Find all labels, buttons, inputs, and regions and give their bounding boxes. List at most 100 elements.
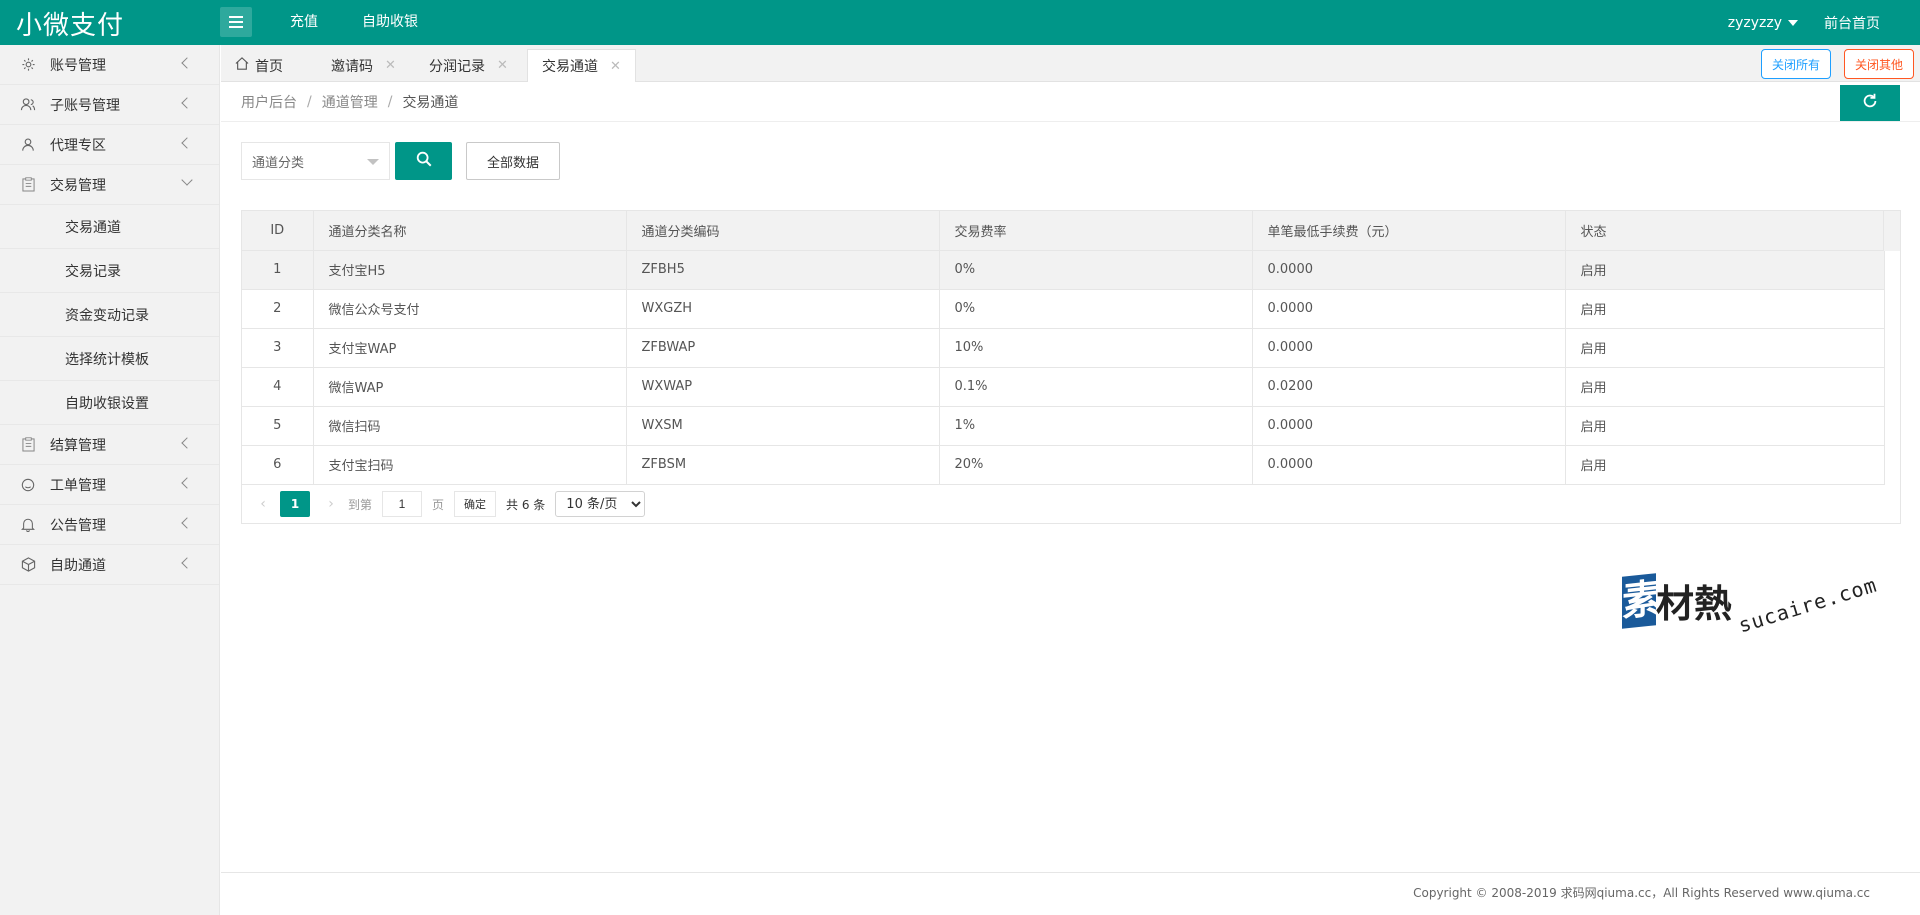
cell-id: 2 <box>242 289 314 329</box>
front-home-link[interactable]: 前台首页 <box>1824 13 1880 33</box>
cell-min-fee: 0.0000 <box>1252 250 1566 290</box>
cell-min-fee: 0.0000 <box>1252 445 1566 485</box>
channel-category-select[interactable]: 通道分类 <box>241 142 390 180</box>
chevron-left-icon <box>181 557 193 569</box>
clipboard-icon <box>20 177 36 193</box>
tab-home[interactable]: 首页 <box>221 49 297 82</box>
cell-status: 启用 <box>1565 445 1885 485</box>
cell-id: 4 <box>242 367 314 407</box>
sidebar-subitem-channel[interactable]: 交易通道 <box>0 205 219 249</box>
column-header-status[interactable]: 状态 <box>1565 211 1885 251</box>
cell-code: ZFBSM <box>626 445 940 485</box>
goto-page-input[interactable] <box>382 491 423 517</box>
sidebar-item-label: 工单管理 <box>50 477 106 494</box>
sidebar-subitem-stat-template[interactable]: 选择统计模板 <box>0 337 219 381</box>
close-other-tabs-button[interactable]: 关闭其他 <box>1844 49 1915 79</box>
user-menu[interactable]: zyzyzzy <box>1728 15 1798 31</box>
sidebar-item-settlement[interactable]: 结算管理 <box>0 425 219 465</box>
menu-toggle-button[interactable] <box>220 7 252 37</box>
top-header: 小微支付 充值 自助收银 zyzyzzy 前台首页 <box>0 0 1920 45</box>
gear-icon <box>20 57 36 73</box>
column-header-id[interactable]: ID <box>242 211 314 251</box>
top-nav: 充值 自助收银 <box>268 0 440 45</box>
cell-rate: 10% <box>939 328 1253 368</box>
prev-page-icon[interactable]: ‹ <box>254 496 272 512</box>
cell-name: 微信WAP <box>313 367 627 407</box>
breadcrumb-item[interactable]: 用户后台 <box>241 92 297 112</box>
cell-id: 1 <box>242 250 314 290</box>
current-page-button[interactable]: 1 <box>280 491 310 517</box>
table-header-row: ID 通道分类名称 通道分类编码 交易费率 单笔最低手续费（元） 状态 <box>242 211 1885 251</box>
cell-name: 支付宝WAP <box>313 328 627 368</box>
breadcrumb: 用户后台 / 通道管理 / 交易通道 <box>241 92 458 112</box>
column-header-min-fee[interactable]: 单笔最低手续费（元） <box>1252 211 1566 251</box>
cell-id: 3 <box>242 328 314 368</box>
sidebar-item-ticket[interactable]: 工单管理 <box>0 465 219 505</box>
cell-status: 启用 <box>1565 367 1885 407</box>
breadcrumb-current: 交易通道 <box>402 95 459 111</box>
cell-code: WXWAP <box>626 367 940 407</box>
table-row[interactable]: 3 支付宝WAP ZFBWAP 10% 0.0000 启用 <box>242 328 1885 368</box>
nav-self-cashier[interactable]: 自助收银 <box>340 0 440 45</box>
pagination: ‹ 1 › 到第 页 确定 共 6 条 10 条/页 <box>242 484 1900 524</box>
sidebar-item-agent[interactable]: 代理专区 <box>0 125 219 165</box>
sidebar-item-subaccount[interactable]: 子账号管理 <box>0 85 219 125</box>
sidebar-item-label: 交易管理 <box>50 177 106 194</box>
sidebar-item-self-channel[interactable]: 自助通道 <box>0 545 219 585</box>
close-icon[interactable]: ✕ <box>610 59 621 74</box>
close-icon[interactable]: ✕ <box>497 58 508 73</box>
table-header-scroll-gutter <box>1883 211 1900 251</box>
tab-label: 首页 <box>255 58 283 75</box>
close-icon[interactable]: ✕ <box>385 58 396 73</box>
cell-status: 启用 <box>1565 328 1885 368</box>
cell-name: 微信扫码 <box>313 406 627 446</box>
column-header-name[interactable]: 通道分类名称 <box>313 211 627 251</box>
chevron-left-icon <box>181 57 193 69</box>
cell-rate: 0% <box>939 289 1253 329</box>
sidebar-item-notice[interactable]: 公告管理 <box>0 505 219 545</box>
table-row[interactable]: 6 支付宝扫码 ZFBSM 20% 0.0000 启用 <box>242 445 1885 485</box>
cell-min-fee: 0.0200 <box>1252 367 1566 407</box>
sidebar-subitem-fund-change[interactable]: 资金变动记录 <box>0 293 219 337</box>
table-row[interactable]: 4 微信WAP WXWAP 0.1% 0.0200 启用 <box>242 367 1885 407</box>
sidebar-item-label: 公告管理 <box>50 517 106 534</box>
column-header-rate[interactable]: 交易费率 <box>939 211 1253 251</box>
user-icon <box>20 137 36 153</box>
refresh-button[interactable] <box>1840 85 1900 121</box>
cell-id: 5 <box>242 406 314 446</box>
sidebar-item-label: 结算管理 <box>50 437 106 454</box>
search-button[interactable] <box>395 142 452 180</box>
sidebar-item-account[interactable]: 账号管理 <box>0 45 219 85</box>
cell-min-fee: 0.0000 <box>1252 289 1566 329</box>
refresh-icon <box>1861 92 1879 114</box>
watermark-box: 素 <box>1622 573 1656 629</box>
tab-trade-channel[interactable]: 交易通道 ✕ <box>527 49 636 82</box>
cell-min-fee: 0.0000 <box>1252 406 1566 446</box>
next-page-icon[interactable]: › <box>322 496 340 512</box>
nav-recharge[interactable]: 充值 <box>268 0 340 45</box>
cell-code: WXGZH <box>626 289 940 329</box>
cell-status: 启用 <box>1565 289 1885 329</box>
table-row[interactable]: 2 微信公众号支付 WXGZH 0% 0.0000 启用 <box>242 289 1885 329</box>
sidebar-subitem-cashier-settings[interactable]: 自助收银设置 <box>0 381 219 425</box>
table-row[interactable]: 1 支付宝H5 ZFBH5 0% 0.0000 启用 <box>242 250 1885 290</box>
close-all-tabs-button[interactable]: 关闭所有 <box>1761 49 1832 79</box>
cell-rate: 0% <box>939 250 1253 290</box>
chevron-left-icon <box>181 97 193 109</box>
tab-profit-records[interactable]: 分润记录 ✕ <box>415 49 522 82</box>
goto-confirm-button[interactable]: 确定 <box>454 491 497 517</box>
breadcrumb-item[interactable]: 通道管理 <box>322 92 378 112</box>
sidebar-item-label: 账号管理 <box>50 57 106 74</box>
tab-label: 分润记录 <box>429 58 485 75</box>
page-size-select[interactable]: 10 条/页 <box>555 491 646 517</box>
sidebar-subitem-records[interactable]: 交易记录 <box>0 249 219 293</box>
all-data-button[interactable]: 全部数据 <box>466 142 560 180</box>
cell-id: 6 <box>242 445 314 485</box>
user-area: zyzyzzy 前台首页 <box>1728 0 1880 45</box>
table-row[interactable]: 5 微信扫码 WXSM 1% 0.0000 启用 <box>242 406 1885 446</box>
tab-invite-code[interactable]: 邀请码 ✕ <box>317 49 410 82</box>
column-header-code[interactable]: 通道分类编码 <box>626 211 940 251</box>
sidebar-item-trade[interactable]: 交易管理 <box>0 165 219 205</box>
watermark-url: sucaire.com <box>1735 572 1880 638</box>
total-count: 共 6 条 <box>506 497 546 512</box>
